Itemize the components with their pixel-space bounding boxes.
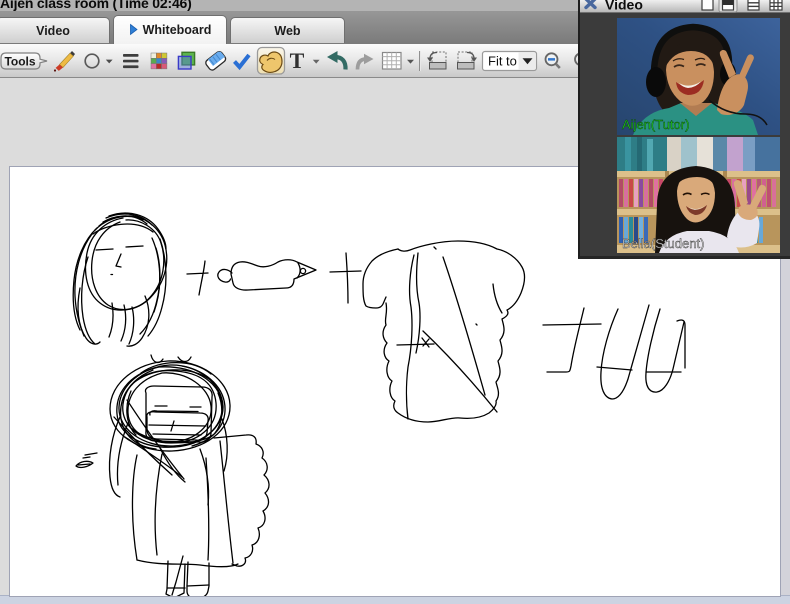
svg-text:T: T xyxy=(290,48,305,73)
svg-text:Fit to: Fit to xyxy=(488,54,517,69)
svg-text:Aijen(Tutor): Aijen(Tutor) xyxy=(622,117,689,132)
svg-text:Video: Video xyxy=(605,0,643,13)
svg-text:Tools: Tools xyxy=(4,55,35,69)
svg-text:Bella(Student): Bella(Student) xyxy=(622,236,704,251)
